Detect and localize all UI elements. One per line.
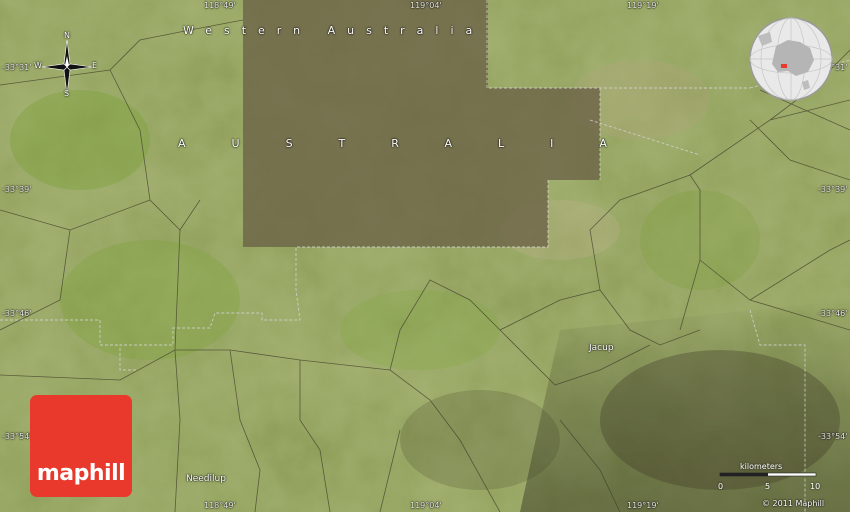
coord-bottom: 119°04' (410, 501, 442, 510)
map-view[interactable]: Western Australia AUSTRALIA Jacup Needil… (0, 0, 850, 512)
coord-left: -33°54' (2, 432, 32, 441)
compass-icon: N S E W (34, 31, 100, 100)
coord-left: -33°31' (2, 63, 32, 72)
coord-bottom: 119°19' (627, 501, 659, 510)
compass-n: N (64, 31, 70, 40)
compass-w: W (34, 61, 42, 70)
place-label-jacup[interactable]: Jacup (589, 343, 614, 353)
region-label: Western Australia (183, 24, 485, 37)
scale-tick-10: 10 (810, 482, 821, 491)
scale-tick-5: 5 (765, 482, 771, 491)
scale-tick-0: 0 (718, 482, 724, 491)
coord-top: 119°19' (627, 1, 659, 10)
compass-s: S (64, 89, 70, 98)
scale-bar: kilometers 0 5 10 (718, 462, 822, 491)
coord-right: -33°54' (818, 432, 848, 441)
coord-top: 118°49' (204, 1, 236, 10)
country-label: AUSTRALIA (178, 137, 653, 150)
coord-left: -33°39' (2, 185, 32, 194)
coord-left: -33°46' (2, 309, 32, 318)
compass-e: E (92, 61, 98, 70)
maphill-logo[interactable]: maphill (30, 395, 132, 497)
coord-bottom: 118°49' (204, 501, 236, 510)
logo-text: maphill (36, 461, 126, 486)
coord-top: 119°04' (410, 1, 442, 10)
coord-right: -33°39' (818, 185, 848, 194)
locator-globe-icon (748, 16, 834, 102)
place-label-needilup[interactable]: Needilup (186, 474, 226, 484)
coord-right: -33°46' (818, 309, 848, 318)
copyright-text: © 2011 Maphill (762, 499, 825, 508)
